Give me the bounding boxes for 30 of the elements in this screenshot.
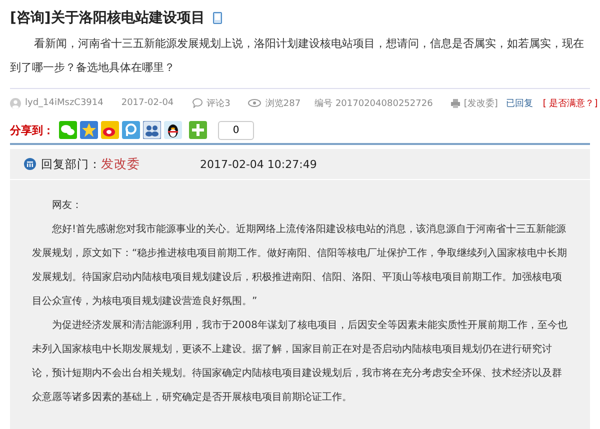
- share-label: 分享到：: [10, 122, 54, 138]
- view-count: 浏览287: [265, 98, 301, 110]
- building-icon: [24, 158, 36, 170]
- people-icon[interactable]: [143, 121, 161, 139]
- chat-bubbles-icon[interactable]: [59, 121, 77, 139]
- eye-icon: [248, 99, 262, 107]
- star-icon[interactable]: [80, 121, 98, 139]
- reply-greeting: 网友：: [52, 199, 83, 213]
- username: lyd_14iMszC3914: [25, 98, 104, 108]
- eye-icon[interactable]: [101, 121, 119, 139]
- comment-icon: [192, 98, 203, 108]
- reply-time: 2017-02-04 10:27:49: [200, 158, 317, 170]
- question-text: 看新闻，河南省十三五新能源发展规划上说，洛阳计划建设核电站项目，想请问，信息是否属实，如若属实，现在到了哪一步？备选地具体在哪里？: [10, 36, 585, 76]
- plus-icon[interactable]: [189, 121, 207, 139]
- reply-status[interactable]: 已回复: [506, 96, 533, 110]
- share-count: 0: [218, 120, 254, 140]
- phone-icon: [212, 12, 222, 24]
- department-tag: [发改委]: [464, 96, 498, 110]
- question-title: [咨询]关于洛阳核电站建设项目: [10, 9, 205, 27]
- reply-paragraph: 为促进经济发展和清洁能源利用，我市于2008年谋划了核电项目，后因安全等因素未能实质性开展前期工作，至今也未列入国家核电中长期发展规划，更谈不上建设。据了解，国家目前正在对是否启动内陆核电项目规划仍在进行研究讨论，预计短期内不会出台相关规划。待国家确定内陆核电项目建设规划后，我市将在充分考虑安全环保、技术经济以及群众意愿等诸多因素的基础上，研究确定是否开展核电项目前期论证工作。: [32, 318, 568, 405]
- reply-department: 发改委: [101, 156, 140, 172]
- printer-icon: [450, 98, 460, 108]
- penguin-icon[interactable]: [164, 121, 182, 139]
- reply-department-label: 回复部门：: [41, 156, 101, 172]
- post-date: 2017-02-04: [121, 98, 174, 108]
- satisfaction-link[interactable]: [ 是否满意？]: [542, 96, 598, 110]
- comment-count: 评论3: [206, 98, 230, 110]
- serial-number: 编号 20170204080252726: [314, 98, 433, 110]
- avatar-icon: [10, 98, 21, 108]
- reply-paragraph: 您好!首先感谢您对我市能源事业的关心。近期网络上流传洛阳建设核电站的消息，该消息源自于河南省十三五新能源发展规划，原文如下：“稳步推进核电项目前期工作。做好南阳、信阳等核电厂址保护工作，争取继续列入国家核电中长期发展规划。待国家启动内陆核电项目规划建设后，积极推进南阳、信阳、洛阳、平顶山等核电项目前期工作。加强核电项目公众宣传，为核电项目规划建设营造良好氛围。”: [32, 222, 568, 309]
